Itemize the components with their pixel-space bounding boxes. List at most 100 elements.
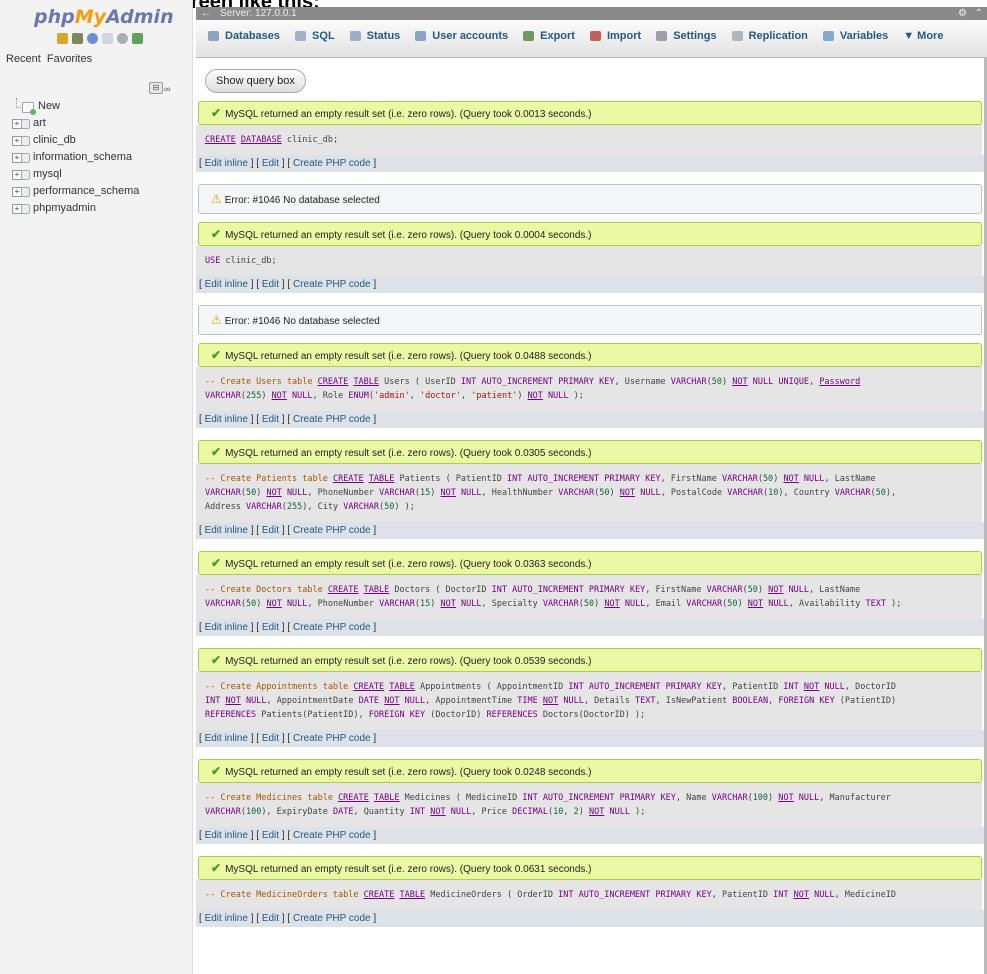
server-breadcrumb[interactable]: Server: 127.0.0.1 [220,7,297,20]
tree-item-clinic-db[interactable]: + clinic_db [0,132,192,149]
tab-import[interactable]: Import [589,30,641,42]
reload-icon[interactable] [132,32,143,44]
tree-item-new[interactable]: New [0,98,192,115]
collapse-arrow-icon[interactable]: ← [201,7,211,20]
edit-inline-link[interactable]: Edit inline [205,158,248,169]
error-text: Error: #1046 No database selected [224,195,380,206]
edit-link[interactable]: Edit [262,525,279,536]
settings-icon [656,31,668,41]
edit-inline-link[interactable]: Edit inline [205,830,248,841]
tree-item-label: clinic_db [33,134,76,146]
edit-link[interactable]: Edit [262,279,279,290]
logo-my: My [74,6,107,28]
edit-inline-link[interactable]: Edit inline [205,622,248,633]
tab-sql[interactable]: SQL [295,30,335,42]
query-actions-bar: [ Edit inline ] [ Edit ] [ Create PHP co… [196,827,985,844]
edit-link[interactable]: Edit [262,830,279,841]
create-php-code-link[interactable]: Create PHP code [293,279,371,290]
variables-icon [822,31,834,41]
success-message: ✔ MySQL returned an empty result set (i.e… [198,856,982,880]
link-with-main-icon[interactable]: ∞ [164,84,170,94]
tree-item-phpmyadmin[interactable]: + phpmyadmin [0,200,192,217]
menu-item-label: Status [366,30,401,42]
gear-icon[interactable]: ⚙ [958,7,967,20]
edit-link[interactable]: Edit [262,913,279,924]
edit-inline-link[interactable]: Edit inline [205,913,248,924]
create-php-code-link[interactable]: Create PHP code [293,158,371,169]
database-icon [21,170,30,180]
edit-inline-link[interactable]: Edit inline [205,414,248,425]
collapse-all-button[interactable]: ⊟ [149,82,163,94]
error-message: ⚠ Error: #1046 No database selected [198,184,982,214]
tab-variables[interactable]: Variables [822,30,888,42]
success-text: MySQL returned an empty result set (i.e.… [225,864,592,875]
sql-query-box: -- Create MedicineOrders table CREATE TA… [196,880,982,910]
tab-recent[interactable]: Recent [6,53,41,65]
create-php-code-link[interactable]: Create PHP code [293,913,371,924]
quick-icons [57,31,143,45]
success-text: MySQL returned an empty result set (i.e.… [225,230,592,241]
edit-inline-link[interactable]: Edit inline [205,733,248,744]
query-actions-bar: [ Edit inline ] [ Edit ] [ Create PHP co… [196,730,985,747]
database-tree: New + art + clinic_db + information_schema + mys… [0,98,192,217]
tree-item-performance-schema[interactable]: + performance_schema [0,183,192,200]
database-icon [21,204,30,214]
menu-item-label: SQL [312,30,335,42]
tab-export[interactable]: Export [523,30,575,42]
query-actions-bar: [ Edit inline ] [ Edit ] [ Create PHP co… [196,619,985,636]
warning-icon: ⚠ [211,313,222,327]
query-actions-bar: [ Edit inline ] [ Edit ] [ Create PHP co… [196,155,985,172]
menu-item-label: ▼ More [903,30,944,42]
tab-replication[interactable]: Replication [731,30,808,42]
create-php-code-link[interactable]: Create PHP code [293,733,371,744]
tree-item-art[interactable]: + art [0,115,192,132]
tree-item-mysql[interactable]: + mysql [0,166,192,183]
tab-user-accounts[interactable]: User accounts [415,30,508,42]
check-icon: ✔ [211,227,222,241]
success-message: ✔ MySQL returned an empty result set (i.e… [198,759,982,783]
tab-settings[interactable]: Settings [656,30,717,42]
server-breadcrumb-bar: ← Server: 127.0.0.1 ⚙ ⌃ [196,7,987,20]
export-icon [523,31,535,41]
create-php-code-link[interactable]: Create PHP code [293,414,371,425]
sql-query-box: -- Create Appointments table CREATE TABL… [196,672,982,730]
success-text: MySQL returned an empty result set (i.e.… [225,559,592,570]
users-icon [415,31,427,41]
home-icon[interactable] [57,32,68,44]
edit-link[interactable]: Edit [262,158,279,169]
tree-item-label: art [33,117,46,129]
tab-status[interactable]: Status [349,30,401,42]
menu-item-label: Settings [673,30,717,42]
edit-inline-link[interactable]: Edit inline [205,525,248,536]
edit-inline-link[interactable]: Edit inline [205,279,248,290]
sql-query-text: CREATE DATABASE clinic_db; [205,135,339,145]
sql-query-text: -- Create Patients table CREATE TABLE Pa… [205,474,897,512]
edit-link[interactable]: Edit [262,622,279,633]
success-text: MySQL returned an empty result set (i.e.… [225,656,592,667]
success-text: MySQL returned an empty result set (i.e.… [225,351,592,362]
show-query-box-button[interactable]: Show query box [205,69,306,93]
menu-item-label: Export [540,30,575,42]
create-php-code-link[interactable]: Create PHP code [293,525,371,536]
create-php-code-link[interactable]: Create PHP code [293,830,371,841]
phpmyadmin-logo[interactable]: phpMyAdmin [34,6,174,28]
main-menu-bar: Databases SQL Status User accounts Export Imp… [196,21,987,58]
navigation-sidebar: phpMyAdmin Recent Favorites ⊟ ∞ New + art +… [0,0,193,974]
edit-link[interactable]: Edit [262,414,279,425]
query-actions-bar: [ Edit inline ] [ Edit ] [ Create PHP co… [196,411,985,428]
help-icon[interactable] [87,32,98,44]
tab-favorites[interactable]: Favorites [47,53,92,65]
tab-more[interactable]: ▼ More [903,30,943,42]
logout-icon[interactable] [72,32,83,44]
edit-link[interactable]: Edit [262,733,279,744]
tab-databases[interactable]: Databases [208,30,280,42]
create-php-code-link[interactable]: Create PHP code [293,622,371,633]
logo-php: php [34,6,75,28]
tree-item-label: information_schema [33,151,133,163]
docs-icon[interactable] [102,32,113,44]
sql-query-text: -- Create Appointments table CREATE TABL… [205,682,897,720]
settings-icon[interactable] [117,32,128,44]
tree-item-information-schema[interactable]: + information_schema [0,149,192,166]
tree-item-label: mysql [33,168,62,180]
collapse-top-icon[interactable]: ⌃ [975,7,983,20]
